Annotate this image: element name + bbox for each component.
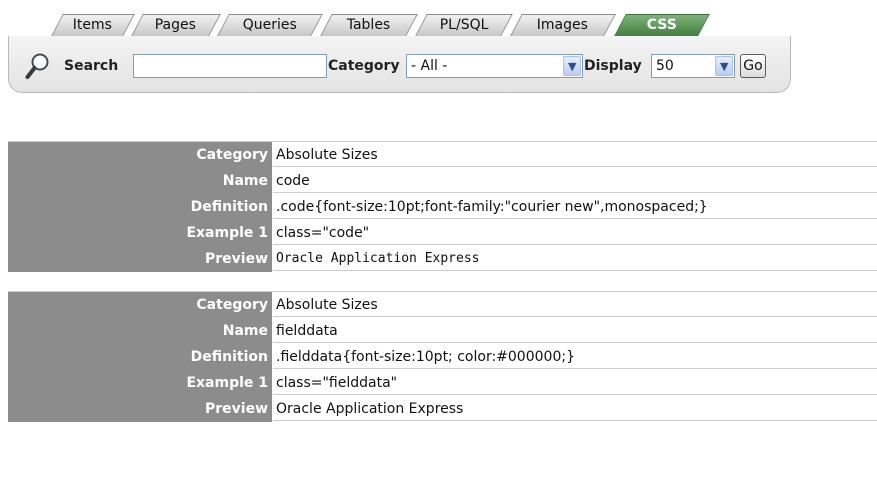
record-row: Definition .fielddata{font-size:10pt; co… (8, 344, 877, 370)
record-row: Name code (8, 168, 877, 194)
row-key-preview: Preview (8, 246, 272, 272)
row-value-category: Absolute Sizes (273, 142, 877, 167)
chevron-down-icon[interactable]: ▼ (715, 56, 733, 76)
tab-items[interactable]: Items (51, 14, 135, 36)
magnifier-icon (25, 52, 51, 80)
record-row: Example 1 class="code" (8, 220, 877, 246)
record-row: Preview Oracle Application Express (8, 396, 877, 422)
chevron-down-icon[interactable]: ▼ (563, 56, 581, 76)
row-value-example: class="fielddata" (273, 370, 877, 395)
row-value-definition: .code{font-size:10pt;font-family:"courie… (273, 194, 877, 219)
tab-css[interactable]: CSS (614, 14, 710, 36)
tab-label: Queries (242, 17, 297, 33)
search-toolbar: Search Category - All - ▼ Display 50 ▼ G… (8, 36, 791, 93)
tab-label: PL/SQL (439, 17, 489, 33)
record-row: Definition .code{font-size:10pt;font-fam… (8, 194, 877, 220)
category-selected-value: - All - (411, 58, 448, 74)
display-label: Display (584, 58, 642, 74)
row-value-preview: Oracle Application Express (273, 246, 877, 271)
record-row: Name fielddata (8, 318, 877, 344)
tab-label: CSS (646, 17, 677, 33)
row-key-name: Name (8, 318, 272, 344)
row-value-example: class="code" (273, 220, 877, 245)
row-value-preview: Oracle Application Express (273, 396, 877, 421)
display-select[interactable]: 50 ▼ (651, 54, 735, 78)
tab-tables[interactable]: Tables (320, 14, 418, 36)
tab-pages[interactable]: Pages (131, 14, 221, 36)
row-value-definition: .fielddata{font-size:10pt; color:#000000… (273, 344, 877, 369)
row-key-example: Example 1 (8, 370, 272, 396)
row-key-category: Category (8, 142, 272, 168)
tab-images[interactable]: Images (510, 14, 616, 36)
record-row: Category Absolute Sizes (8, 142, 877, 168)
row-value-name: code (273, 168, 877, 193)
row-key-category: Category (8, 292, 272, 318)
tab-label: Pages (155, 17, 197, 33)
tab-strip: Items Pages Queries Tables PL/SQL Images… (0, 14, 877, 36)
tab-label: Images (537, 17, 589, 33)
record-row: Example 1 class="fielddata" (8, 370, 877, 396)
record-row: Preview Oracle Application Express (8, 246, 877, 272)
row-key-preview: Preview (8, 396, 272, 422)
row-key-definition: Definition (8, 344, 272, 370)
category-select[interactable]: - All - ▼ (406, 54, 583, 78)
category-label: Category (328, 58, 400, 74)
display-selected-value: 50 (656, 58, 674, 74)
search-label: Search (64, 58, 119, 74)
search-input[interactable] (133, 54, 327, 78)
record-separator (8, 122, 877, 142)
row-key-definition: Definition (8, 194, 272, 220)
go-button[interactable]: Go (740, 54, 766, 78)
tab-queries[interactable]: Queries (217, 14, 323, 36)
tab-label: Items (73, 17, 113, 33)
css-reference-page: Items Pages Queries Tables PL/SQL Images… (0, 0, 877, 487)
record-separator (8, 272, 877, 292)
tab-plsql[interactable]: PL/SQL (415, 14, 513, 36)
row-key-example: Example 1 (8, 220, 272, 246)
row-value-category: Absolute Sizes (273, 292, 877, 317)
record-row: Category Absolute Sizes (8, 292, 877, 318)
row-key-name: Name (8, 168, 272, 194)
row-value-name: fielddata (273, 318, 877, 343)
tab-label: Tables (346, 17, 391, 33)
